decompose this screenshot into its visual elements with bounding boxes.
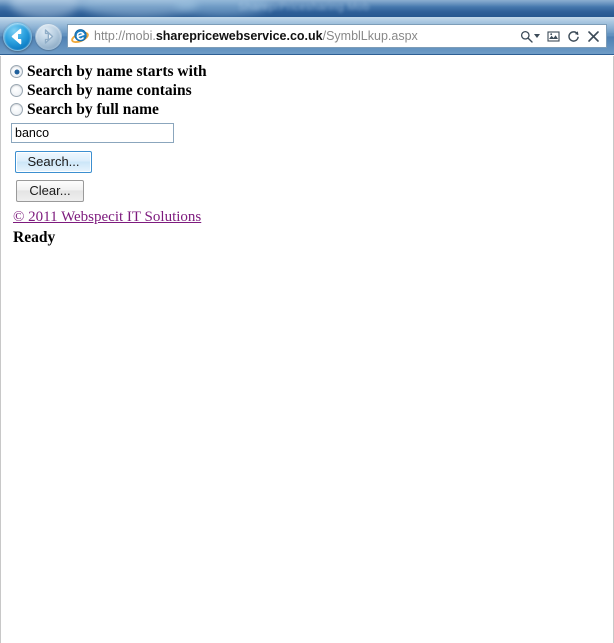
radio-label-contains: Search by name contains [27, 81, 192, 99]
search-icon[interactable] [518, 26, 535, 46]
search-button[interactable]: Search... [15, 151, 92, 173]
symbol-lookup-form: Search by name starts with Search by nam… [1, 56, 613, 247]
radio-button-contains[interactable] [10, 84, 23, 97]
address-text[interactable]: http://mobi.sharepricewebservice.co.uk/S… [94, 29, 518, 43]
browser-window: ShareprPricesharing Mob http://mobi.shar… [0, 0, 614, 643]
search-input[interactable] [11, 123, 174, 143]
address-bar-tools [518, 26, 606, 46]
glass-reflection-a [10, 0, 80, 17]
back-arrow-icon [11, 28, 22, 45]
radio-option-starts-with[interactable]: Search by name starts with [10, 62, 613, 81]
radio-button-full-name[interactable] [10, 103, 23, 116]
window-title-text: ShareprPricesharing Mob [238, 1, 370, 13]
forward-arrow-icon [44, 29, 54, 44]
address-bar[interactable]: http://mobi.sharepricewebservice.co.uk/S… [67, 24, 607, 48]
clear-button[interactable]: Clear... [16, 180, 84, 202]
url-path: /SymblLkup.aspx [322, 29, 418, 43]
refresh-icon[interactable] [565, 26, 582, 46]
page-viewport: Search by name starts with Search by nam… [0, 56, 614, 643]
radio-label-full-name: Search by full name [27, 100, 159, 118]
chevron-down-icon[interactable] [534, 34, 540, 38]
radio-option-contains[interactable]: Search by name contains [10, 81, 613, 100]
url-scheme: http://mobi. [94, 29, 156, 43]
window-title-bar: ShareprPricesharing Mob [0, 0, 614, 17]
radio-option-full-name[interactable]: Search by full name [10, 100, 613, 119]
copyright-link[interactable]: © 2011 Webspecit IT Solutions [13, 209, 201, 226]
internet-explorer-icon [71, 29, 89, 44]
back-button[interactable] [3, 22, 32, 51]
stop-close-icon[interactable] [585, 26, 602, 46]
forward-button[interactable] [35, 23, 62, 50]
compatibility-view-icon[interactable] [545, 26, 562, 46]
radio-label-starts-with: Search by name starts with [27, 62, 207, 80]
url-host: sharepricewebservice.co.uk [155, 29, 323, 43]
navigation-toolbar: http://mobi.sharepricewebservice.co.uk/S… [0, 17, 614, 55]
status-text: Ready [13, 229, 56, 246]
radio-button-starts-with[interactable] [10, 65, 23, 78]
